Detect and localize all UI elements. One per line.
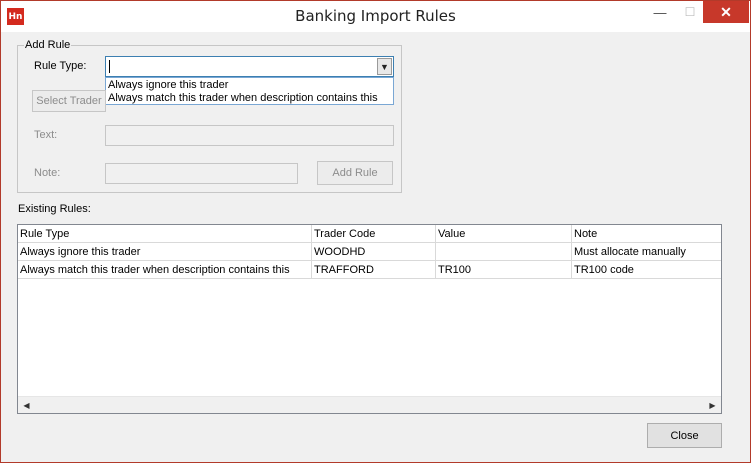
- existing-rules-label: Existing Rules:: [18, 203, 91, 215]
- cell-note[interactable]: Must allocate manually: [572, 243, 721, 261]
- add-rule-button[interactable]: Add Rule: [317, 161, 393, 185]
- banking-import-rules-window: Hn Banking Import Rules — ☐ ✕ Add Rule R…: [0, 0, 751, 463]
- scroll-left-icon[interactable]: ◀: [18, 397, 35, 413]
- table-row[interactable]: Always ignore this trader WOODHD Must al…: [18, 243, 721, 261]
- close-window-button[interactable]: ✕: [703, 1, 749, 23]
- dropdown-option-match-description[interactable]: Always match this trader when descriptio…: [108, 92, 378, 105]
- maximize-button[interactable]: ☐: [677, 1, 703, 23]
- note-label: Note:: [34, 167, 61, 179]
- horizontal-scrollbar[interactable]: ◀ ▶: [18, 396, 721, 413]
- existing-rules-grid[interactable]: Rule Type Trader Code Value Note Always …: [17, 224, 722, 414]
- select-trader-button[interactable]: Select Trader: [32, 90, 106, 112]
- rule-type-dropdown-list: Always ignore this trader Always match t…: [105, 77, 394, 105]
- column-header-value[interactable]: Value: [436, 225, 572, 243]
- minimize-button[interactable]: —: [643, 1, 677, 23]
- close-button[interactable]: Close: [647, 423, 722, 448]
- column-header-trader-code[interactable]: Trader Code: [312, 225, 436, 243]
- column-header-note[interactable]: Note: [572, 225, 721, 243]
- cell-value[interactable]: TR100: [436, 261, 572, 279]
- chevron-down-icon[interactable]: ▼: [377, 58, 392, 75]
- scrollbar-track[interactable]: [35, 399, 703, 411]
- window-title: Banking Import Rules: [295, 7, 456, 25]
- cell-note[interactable]: TR100 code: [572, 261, 721, 279]
- scroll-right-icon[interactable]: ▶: [704, 397, 721, 413]
- grid-header-row: Rule Type Trader Code Value Note: [18, 225, 721, 243]
- rule-type-combobox[interactable]: ▼: [105, 56, 394, 77]
- title-bar[interactable]: Hn Banking Import Rules — ☐ ✕: [1, 1, 750, 32]
- cell-value[interactable]: [436, 243, 572, 261]
- cell-rule-type[interactable]: Always ignore this trader: [18, 243, 312, 261]
- table-row[interactable]: Always match this trader when descriptio…: [18, 261, 721, 279]
- note-field[interactable]: [105, 163, 298, 184]
- text-field[interactable]: [105, 125, 394, 146]
- rule-type-label: Rule Type:: [34, 60, 87, 72]
- text-label: Text:: [34, 129, 58, 141]
- text-caret: [109, 60, 110, 73]
- cell-trader-code[interactable]: WOODHD: [312, 243, 436, 261]
- cell-rule-type[interactable]: Always match this trader when descriptio…: [18, 261, 312, 279]
- column-header-rule-type[interactable]: Rule Type: [18, 225, 312, 243]
- cell-trader-code[interactable]: TRAFFORD: [312, 261, 436, 279]
- add-rule-group-title: Add Rule: [24, 39, 72, 51]
- dropdown-option-ignore-trader[interactable]: Always ignore this trader: [108, 79, 228, 92]
